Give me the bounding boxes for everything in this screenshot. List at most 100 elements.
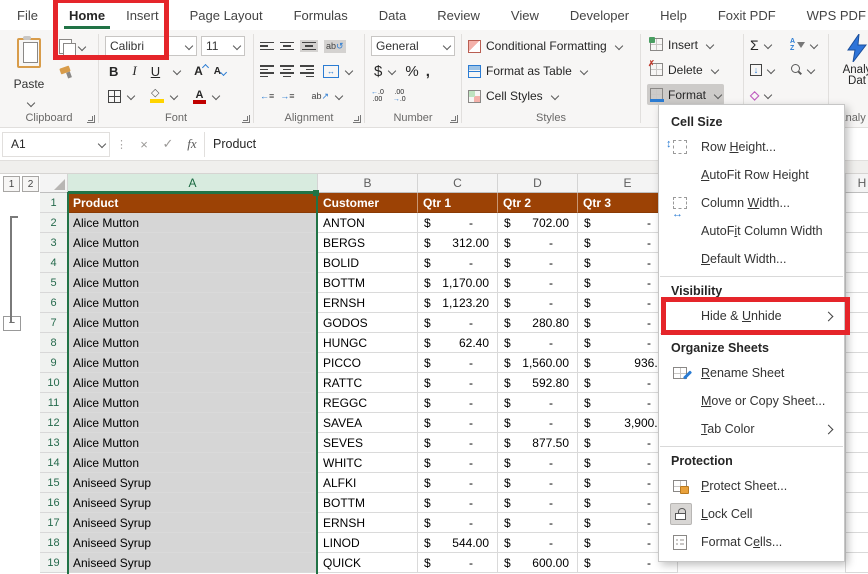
product-cell[interactable]: Alice Mutton [68,293,318,313]
menu-item-hide-unhide[interactable]: Hide & Unhide [659,302,844,330]
qtr1-cell[interactable]: $- [418,393,498,413]
product-cell[interactable]: Alice Mutton [68,393,318,413]
customer-cell[interactable]: RATTC [318,373,418,393]
clipboard-dialog-launcher-icon[interactable] [87,115,95,123]
row-number[interactable]: 11 [40,393,68,413]
number-dialog-launcher-icon[interactable] [450,115,458,123]
product-cell[interactable]: Aniseed Syrup [68,553,318,573]
increase-indent-icon[interactable]: →≡ [280,91,294,101]
orientation-button[interactable]: ab↺ [324,40,346,53]
conditional-formatting-button[interactable]: Conditional Formatting [468,36,622,56]
qtr2-cell[interactable]: $- [498,393,578,413]
product-cell[interactable]: Alice Mutton [68,413,318,433]
empty-cell[interactable] [845,353,868,373]
header-cell-customer[interactable]: Customer [318,193,418,213]
column-header-d[interactable]: D [498,174,578,193]
row-number[interactable]: 7 [40,313,68,333]
customer-cell[interactable]: HUNGC [318,333,418,353]
customer-cell[interactable]: WHITC [318,453,418,473]
row-number[interactable]: 5 [40,273,68,293]
decrease-indent-icon[interactable]: ←≡ [260,91,274,101]
product-cell[interactable]: Aniseed Syrup [68,473,318,493]
empty-cell[interactable] [845,293,868,313]
product-cell[interactable]: Aniseed Syrup [68,513,318,533]
row-number[interactable]: 3 [40,233,68,253]
qtr2-cell[interactable]: $280.80 [498,313,578,333]
product-cell[interactable]: Alice Mutton [68,433,318,453]
column-header-c[interactable]: C [418,174,498,193]
product-cell[interactable]: Alice Mutton [68,233,318,253]
qtr1-cell[interactable]: $- [418,253,498,273]
alignment-dialog-launcher-icon[interactable] [353,115,361,123]
formula-bar-splitter[interactable]: ⋮ [110,138,132,151]
empty-cell[interactable] [845,453,868,473]
find-select-button[interactable] [790,60,814,80]
customer-cell[interactable]: GODOS [318,313,418,333]
accounting-format-button[interactable]: $ [371,62,398,81]
empty-cell[interactable] [845,333,868,353]
qtr1-cell[interactable]: $- [418,473,498,493]
fill-color-button[interactable] [147,88,180,104]
product-cell[interactable]: Alice Mutton [68,333,318,353]
qtr2-cell[interactable]: $- [498,453,578,473]
font-name-combo[interactable]: Calibri [105,36,197,56]
row-number[interactable]: 10 [40,373,68,393]
qtr2-cell[interactable]: $- [498,493,578,513]
empty-cell[interactable] [845,313,868,333]
empty-cell[interactable] [845,393,868,413]
row-number[interactable]: 8 [40,333,68,353]
menu-item-rename-sheet[interactable]: Rename Sheet [659,359,844,387]
qtr1-cell[interactable]: $62.40 [418,333,498,353]
empty-cell[interactable] [845,513,868,533]
qtr1-cell[interactable]: $- [418,453,498,473]
qtr2-cell[interactable]: $600.00 [498,553,578,573]
customer-cell[interactable]: BOLID [318,253,418,273]
qtr1-cell[interactable]: $- [418,493,498,513]
column-header-h[interactable]: H [845,174,868,193]
borders-button[interactable] [105,89,137,104]
customer-cell[interactable]: LINOD [318,533,418,553]
column-header-b[interactable]: B [318,174,418,193]
qtr1-cell[interactable]: $- [418,553,498,573]
empty-cell[interactable] [845,213,868,233]
customer-cell[interactable]: ERNSH [318,513,418,533]
tab-developer[interactable]: Developer [568,2,631,29]
paste-button[interactable]: Paste [8,36,50,108]
empty-cell[interactable] [845,433,868,453]
row-number[interactable]: 17 [40,513,68,533]
font-size-combo[interactable]: 11 [201,36,245,56]
qtr2-cell[interactable]: $- [498,333,578,353]
increase-font-size-button[interactable]: A [194,64,208,78]
qtr2-cell[interactable]: $- [498,293,578,313]
copy-button[interactable] [56,38,88,55]
empty-cell[interactable] [845,253,868,273]
wrap-text-button[interactable]: ab↗ [309,90,346,103]
qtr1-cell[interactable]: $1,170.00 [418,273,498,293]
qtr2-cell[interactable]: $- [498,273,578,293]
confirm-entry-button[interactable]: ✓ [156,136,180,152]
outline-level-1-button[interactable]: 1 [3,176,20,192]
customer-cell[interactable]: BOTTM [318,273,418,293]
insert-cells-button[interactable]: Insert [647,34,716,55]
tab-view[interactable]: View [509,2,541,29]
product-cell[interactable]: Alice Mutton [68,213,318,233]
menu-item-tab-color[interactable]: Tab Color [659,415,844,443]
italic-button[interactable]: I [128,63,140,79]
row-number[interactable]: 13 [40,433,68,453]
qtr1-cell[interactable]: $- [418,353,498,373]
header-cell-q1[interactable]: Qtr 1 [418,193,498,213]
increase-decimal-button[interactable]: ←.0.00 [371,89,384,103]
font-dialog-launcher-icon[interactable] [242,115,250,123]
row-number[interactable]: 14 [40,453,68,473]
qtr1-cell[interactable]: $- [418,513,498,533]
format-painter-button[interactable] [56,65,88,79]
tab-wps-pdf[interactable]: WPS PDF [805,2,868,29]
row-number[interactable]: 9 [40,353,68,373]
menu-item-default-width[interactable]: Default Width... [659,245,844,273]
qtr1-cell[interactable]: $544.00 [418,533,498,553]
empty-cell[interactable] [845,533,868,553]
customer-cell[interactable]: ANTON [318,213,418,233]
empty-cell[interactable] [845,193,868,213]
row-number[interactable]: 6 [40,293,68,313]
align-right-icon[interactable] [300,65,314,77]
